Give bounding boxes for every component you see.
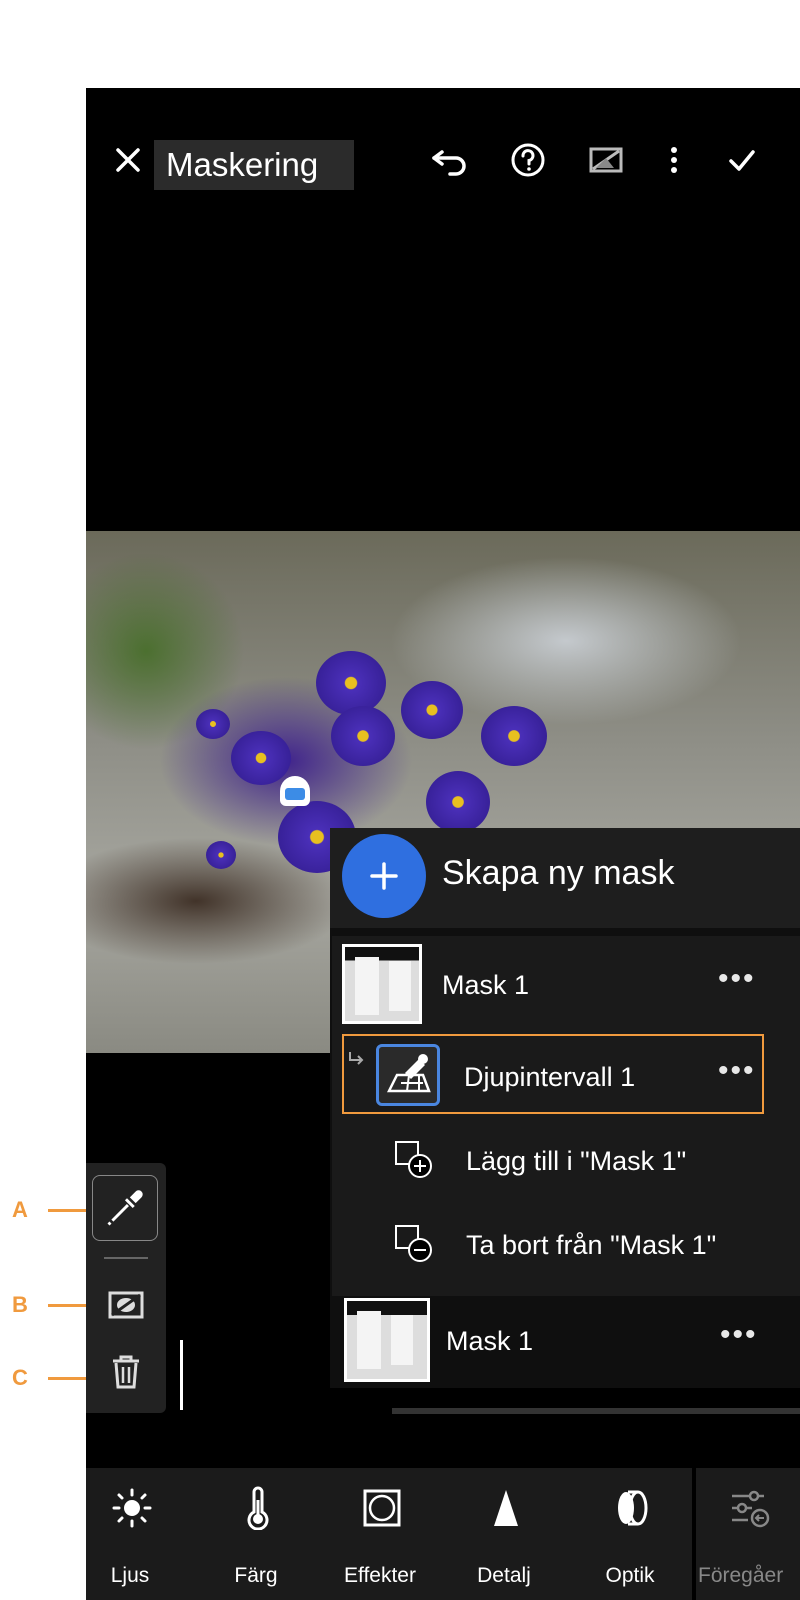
child-arrow-icon	[349, 1052, 364, 1065]
nav-item-presets[interactable]: Föregåer	[698, 1468, 800, 1600]
add-to-mask-label: Lägg till i "Mask 1"	[466, 1146, 687, 1176]
add-mask-button[interactable]	[342, 834, 426, 918]
flower	[426, 771, 490, 833]
depth-range-icon	[376, 1044, 440, 1106]
vignette-icon	[363, 1489, 401, 1527]
callout-b: B	[12, 1292, 28, 1317]
presets-icon	[732, 1490, 770, 1528]
nav-label: Detalj	[477, 1564, 531, 1587]
mask-row[interactable]: Mask 1 •••	[330, 1298, 800, 1388]
flower	[401, 681, 463, 739]
more-options-icon[interactable]	[652, 138, 696, 182]
mask-list: Mask 1 ••• Djupintervall 1 ••• Lägg till…	[332, 936, 800, 1296]
mask-tool-strip	[86, 1163, 166, 1413]
triangle-icon	[494, 1490, 518, 1526]
flower	[316, 651, 386, 715]
bottom-toolbar: Ljus Färg Effekter Detalj Optik Föregåer	[86, 1468, 800, 1600]
nav-item-color[interactable]: Färg	[196, 1468, 316, 1600]
thermometer-icon	[247, 1486, 269, 1530]
sun-icon	[112, 1488, 152, 1528]
mask-label: Mask 1	[442, 970, 530, 1000]
flower	[231, 731, 291, 785]
eyedropper-button[interactable]	[92, 1175, 158, 1241]
nav-item-light[interactable]: Ljus	[86, 1468, 190, 1600]
flower	[481, 706, 547, 766]
callout-c-line	[48, 1377, 86, 1380]
nav-item-optics[interactable]: Optik	[570, 1468, 690, 1600]
nav-label: Effekter	[344, 1564, 416, 1587]
remove-from-mask-row[interactable]: Ta bort från "Mask 1"	[332, 1206, 800, 1286]
mask-thumbnail	[344, 1298, 430, 1382]
close-icon[interactable]	[106, 138, 150, 182]
top-bar: Maskering	[86, 88, 800, 238]
app-screen: Maskering Skapa ny mask Mask 1 ••• Djupi…	[86, 88, 800, 1600]
toolbar-divider	[692, 1468, 696, 1600]
remove-from-mask-label: Ta bort från "Mask 1"	[466, 1230, 717, 1260]
callout-c: C	[12, 1365, 28, 1390]
hide-mask-icon	[108, 1291, 144, 1319]
eyedropper-icon	[107, 1190, 143, 1226]
help-icon[interactable]	[506, 138, 550, 182]
plus-icon	[370, 862, 398, 890]
mask-panel: Skapa ny mask Mask 1 ••• Djupintervall 1…	[330, 828, 800, 1388]
trash-icon	[113, 1355, 139, 1389]
nav-label: Föregåer	[698, 1564, 784, 1587]
mask-more-icon[interactable]: •••	[720, 1318, 758, 1352]
callout-a: A	[12, 1197, 28, 1222]
create-mask-row[interactable]: Skapa ny mask	[330, 828, 800, 928]
lens-icon	[618, 1490, 648, 1526]
mask-label: Mask 1	[446, 1326, 534, 1356]
panel-scrollbar[interactable]	[392, 1408, 800, 1414]
mask-more-icon[interactable]: •••	[718, 962, 756, 996]
scroll-indicator	[180, 1340, 183, 1410]
page-title: Maskering	[154, 140, 354, 190]
delete-button[interactable]	[104, 1349, 148, 1393]
create-mask-label: Skapa ny mask	[442, 854, 675, 892]
undo-icon[interactable]	[428, 138, 472, 182]
callout-b-line	[48, 1304, 86, 1307]
flower	[206, 841, 236, 869]
callout-a-line	[48, 1209, 86, 1212]
mask-pin-marker[interactable]	[280, 776, 310, 806]
remove-from-mask-icon	[392, 1222, 436, 1266]
toggle-overlay-button[interactable]	[104, 1283, 148, 1327]
mask-row[interactable]: Mask 1 •••	[332, 936, 800, 1028]
nav-item-effects[interactable]: Effekter	[320, 1468, 440, 1600]
add-to-mask-icon	[392, 1138, 436, 1182]
depth-range-row[interactable]: Djupintervall 1 •••	[342, 1034, 764, 1114]
depth-range-label: Djupintervall 1	[464, 1062, 636, 1092]
nav-label: Optik	[605, 1564, 655, 1587]
done-check-icon[interactable]	[720, 138, 764, 182]
mask-thumbnail	[342, 944, 422, 1024]
depth-range-more-icon[interactable]: •••	[718, 1054, 756, 1088]
add-to-mask-row[interactable]: Lägg till i "Mask 1"	[332, 1122, 800, 1202]
tool-divider	[104, 1257, 148, 1259]
flower	[331, 706, 395, 766]
nav-label: Ljus	[110, 1564, 150, 1587]
flower	[196, 709, 230, 739]
nav-label: Färg	[234, 1564, 278, 1587]
mask-overlay-toggle-icon[interactable]	[584, 138, 628, 182]
nav-item-detail[interactable]: Detalj	[444, 1468, 564, 1600]
